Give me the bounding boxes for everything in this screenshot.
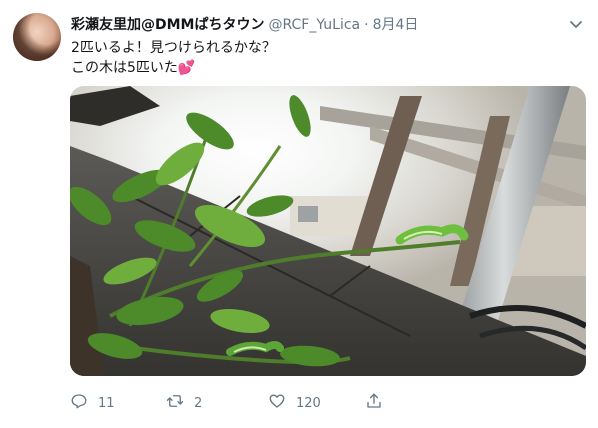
avatar-shading: [13, 13, 61, 61]
two-hearts-emoji-icon: 💕: [177, 60, 196, 76]
avatar[interactable]: [13, 13, 61, 61]
tweet-card[interactable]: 彩瀬友里加@DMMぱちタウン @RCF_YuLica · 8月4日 2匹いるよ！…: [0, 0, 598, 428]
tweet-text-line-1: 2匹いるよ！見つけられるかな？: [71, 40, 276, 56]
user-handle[interactable]: @RCF_YuLica: [268, 17, 360, 33]
reply-icon: [70, 392, 88, 414]
display-name[interactable]: 彩瀬友里加@DMMぱちタウン: [71, 14, 264, 34]
retweet-button[interactable]: 2: [166, 392, 202, 414]
like-icon: [268, 392, 286, 414]
tweet-text: 2匹いるよ！見つけられるかな？ この木は5匹いた💕: [71, 38, 276, 78]
tweet-actions: 11 2 120: [70, 392, 390, 414]
retweet-icon: [166, 392, 184, 414]
like-button[interactable]: 120: [268, 392, 321, 414]
header-separator: ·: [364, 17, 369, 33]
tweet-text-line-2-text: この木は5匹いた: [71, 60, 178, 76]
reply-button[interactable]: 11: [70, 392, 115, 414]
chevron-down-icon[interactable]: [568, 16, 584, 32]
retweet-count: 2: [194, 395, 203, 411]
like-count: 120: [296, 395, 321, 411]
reply-count: 11: [98, 395, 115, 411]
share-button[interactable]: [365, 392, 383, 414]
tweet-text-line-2: この木は5匹いた💕: [71, 58, 276, 78]
tweet-photo[interactable]: [70, 86, 586, 376]
tweet-date[interactable]: 8月4日: [373, 14, 419, 34]
photo-illustration: [70, 86, 586, 376]
share-icon: [365, 392, 383, 414]
tweet-header: 彩瀬友里加@DMMぱちタウン @RCF_YuLica · 8月4日: [71, 14, 418, 34]
